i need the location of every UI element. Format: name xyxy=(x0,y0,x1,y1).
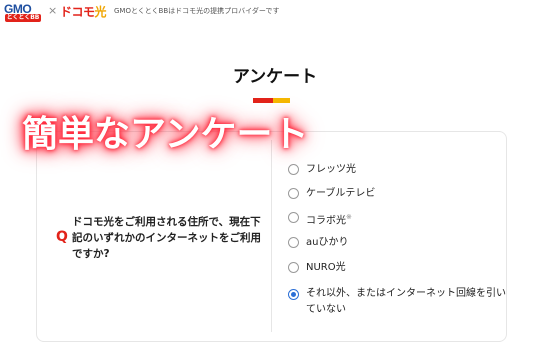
footnote-mark: ※ xyxy=(346,213,352,221)
radio-button[interactable] xyxy=(288,164,299,175)
option-au-hikari[interactable]: auひかり xyxy=(288,236,348,249)
option-label: NURO光 xyxy=(306,262,346,273)
header-description: GMOとくとくBBはドコモ光の提携プロバイダーです xyxy=(114,7,280,15)
site-header: GMO とくとくBB × ドコモ光 GMOとくとくBBはドコモ光の提携プロバイダ… xyxy=(0,0,550,26)
title-accent-red xyxy=(253,98,273,103)
radio-button[interactable] xyxy=(288,188,299,199)
radio-button[interactable] xyxy=(288,237,299,248)
page-title: アンケート xyxy=(232,67,318,87)
radio-button[interactable] xyxy=(288,262,299,273)
option-cable-tv[interactable]: ケーブルテレビ xyxy=(288,187,375,200)
option-collabo-hikari[interactable]: コラボ光※ xyxy=(288,211,352,227)
option-label: フレッツ光 xyxy=(306,164,356,175)
question-text: ドコモ光をご利用される住所で、現在下記のいずれかのインターネットをご利用ですか? xyxy=(72,216,261,260)
option-label: それ以外、またはインターネット回線を引いていない xyxy=(306,288,506,315)
times-icon: × xyxy=(48,4,58,17)
gmo-tokutoku-logo[interactable]: GMO とくとくBB xyxy=(4,2,44,24)
option-label: auひかり xyxy=(306,237,349,248)
overlay-caption: 簡単なアンケート xyxy=(22,114,309,155)
docomo-logo-hikari: 光 xyxy=(94,5,107,19)
option-nuro-hikari[interactable]: NURO光 xyxy=(288,261,346,274)
card-divider xyxy=(271,140,272,332)
docomo-hikari-logo[interactable]: ドコモ光 xyxy=(60,3,107,20)
option-flets-hikari[interactable]: フレッツ光 xyxy=(288,163,356,176)
option-other-or-none[interactable]: それ以外、またはインターネット回線を引いていない xyxy=(288,288,506,318)
docomo-logo-text: ドコモ xyxy=(60,5,95,19)
option-label-text: コラボ光 xyxy=(306,215,346,227)
option-label: ケーブルテレビ xyxy=(306,188,376,199)
question-mark-icon: Q xyxy=(56,229,68,245)
option-label: コラボ光※ xyxy=(306,211,352,227)
title-accent-yellow xyxy=(273,98,290,103)
radio-button-selected[interactable] xyxy=(288,289,299,300)
gmo-logo-subtext: とくとくBB xyxy=(5,14,41,22)
radio-button[interactable] xyxy=(288,212,299,223)
